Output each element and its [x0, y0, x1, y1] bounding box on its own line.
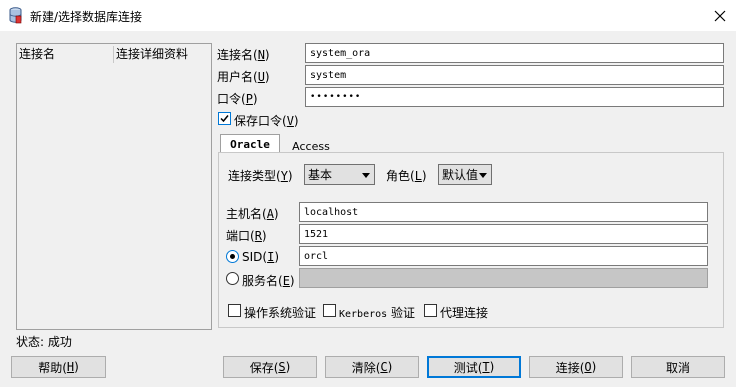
- connection-list[interactable]: 连接名 连接详细资料: [16, 43, 212, 330]
- database-icon: [9, 7, 22, 24]
- kerberos-label: Kerberos 验证: [339, 306, 415, 320]
- connect-button[interactable]: 连接(O): [529, 356, 623, 378]
- username-field[interactable]: system: [305, 65, 724, 85]
- service-name-label: 服务名(E): [242, 274, 295, 288]
- password-label: 口令(P): [217, 92, 258, 106]
- kerberos-checkbox[interactable]: [323, 304, 336, 317]
- service-name-field[interactable]: [299, 268, 708, 288]
- check-icon: [220, 115, 229, 123]
- column-header-details[interactable]: 连接详细资料: [114, 44, 214, 65]
- port-label: 端口(R): [226, 229, 267, 243]
- sid-label: SID(I): [242, 250, 279, 264]
- window-title: 新建/选择数据库连接: [30, 10, 143, 24]
- proxy-label: 代理连接: [440, 306, 489, 320]
- column-header-name[interactable]: 连接名: [17, 44, 115, 65]
- host-label: 主机名(A): [226, 207, 279, 221]
- save-password-checkbox[interactable]: [218, 112, 231, 125]
- password-field[interactable]: ••••••••: [305, 87, 724, 107]
- conn-name-field[interactable]: system_ora: [305, 43, 724, 63]
- conn-type-label: 连接类型(Y): [228, 169, 293, 183]
- role-value: 默认值: [442, 168, 479, 182]
- status-text: 状态: 成功: [16, 335, 72, 349]
- close-icon: [714, 10, 725, 21]
- sid-field[interactable]: orcl: [299, 246, 708, 266]
- role-label: 角色(L): [386, 169, 427, 183]
- help-button[interactable]: 帮助(H): [11, 356, 106, 378]
- os-auth-checkbox[interactable]: [228, 304, 241, 317]
- host-field[interactable]: localhost: [299, 202, 708, 222]
- save-password-label: 保存口令(V): [234, 114, 299, 128]
- role-select[interactable]: 默认值: [438, 164, 492, 185]
- sid-radio[interactable]: [226, 250, 239, 263]
- proxy-checkbox[interactable]: [424, 304, 437, 317]
- service-name-radio[interactable]: [226, 272, 239, 285]
- username-label: 用户名(U): [217, 70, 270, 84]
- tab-oracle[interactable]: Oracle: [220, 134, 280, 154]
- clear-button[interactable]: 清除(C): [325, 356, 419, 378]
- test-button[interactable]: 测试(T): [427, 356, 521, 378]
- os-auth-label: 操作系统验证: [244, 306, 317, 320]
- conn-type-select[interactable]: 基本: [304, 164, 375, 185]
- chevron-down-icon: [479, 173, 487, 178]
- port-field[interactable]: 1521: [299, 224, 708, 244]
- save-button[interactable]: 保存(S): [223, 356, 317, 378]
- conn-name-label: 连接名(N): [217, 48, 270, 62]
- cancel-button[interactable]: 取消: [631, 356, 725, 378]
- chevron-down-icon: [362, 173, 370, 178]
- close-button[interactable]: [703, 2, 736, 29]
- conn-type-value: 基本: [308, 168, 333, 182]
